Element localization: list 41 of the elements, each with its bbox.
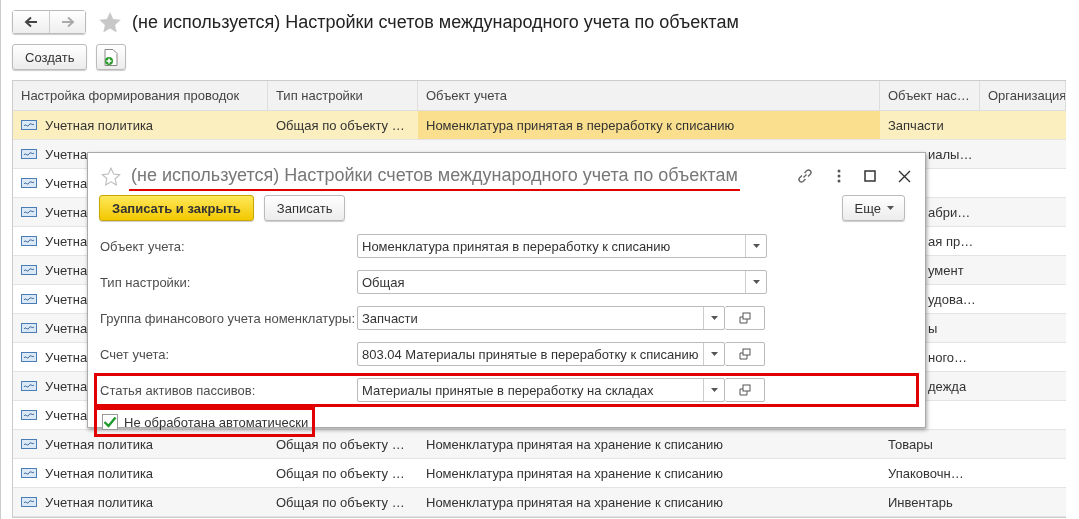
field-label: Статья активов пассивов: — [100, 382, 257, 398]
cell-text: Общая по объекту … — [276, 494, 405, 510]
cell-text: иалы… — [928, 146, 973, 162]
cell-text: Учетная политика — [45, 465, 154, 481]
cell-text: Общая по объекту … — [276, 117, 405, 133]
cell-text: Учетна — [45, 146, 88, 162]
cell-text: удова… — [928, 291, 976, 307]
cell-text: Учетная политика — [45, 117, 154, 133]
cell-text: Учетна — [45, 320, 88, 336]
cell-text: Номенклатура принятая в переработку к списанию — [426, 117, 735, 133]
cell-text: Учетна — [45, 233, 88, 249]
cell-text: Учетна — [45, 349, 88, 365]
cell-text: Общая по объекту … — [276, 465, 405, 481]
cell-text: Номенклатура принятая на хранение к списанию — [426, 465, 723, 481]
cell-text: Общая по объекту … — [276, 436, 405, 452]
field-label: Счет учета: — [100, 346, 171, 362]
cell-text: Номенклатура принятая на хранение к списанию — [426, 494, 723, 510]
cell-text: Инвентарь — [888, 494, 953, 510]
dialog-title: (не используется) Настройки счетов международного учета по объектам — [129, 165, 740, 191]
cell-text: Товары — [888, 436, 933, 452]
cell-text: Учетна — [45, 262, 88, 278]
cell-text: Номенклатура принятая на хранение к списанию — [426, 436, 723, 452]
cell-text: ая пр… — [928, 233, 974, 249]
cell-text: Учетна — [45, 291, 88, 307]
window-title: (не используется) Настройки счетов международного учета по объектам — [132, 11, 739, 33]
cell-text: ы — [928, 320, 938, 336]
cell-text: Упаковочн… — [888, 465, 964, 481]
field-label: Тип настройки: — [100, 274, 192, 290]
field-label: Объект учета: — [100, 238, 186, 254]
cell-text: Учетна — [45, 204, 88, 220]
cell-text: Запчасти — [888, 117, 944, 133]
cell-text: Учетная политика — [45, 436, 154, 452]
cell-text: Учетна — [45, 378, 88, 394]
cell-text: умент — [928, 262, 964, 278]
cell-text: Учетна — [45, 175, 88, 191]
field-label: Группа финансового учета номенклатуры: — [100, 310, 356, 326]
cell-text: Учетна — [45, 407, 88, 423]
cell-text: Учетная политика — [45, 494, 154, 510]
cell-text: абри… — [928, 204, 971, 220]
cell-text: дежда — [928, 378, 967, 394]
cell-text: ного… — [928, 349, 968, 365]
